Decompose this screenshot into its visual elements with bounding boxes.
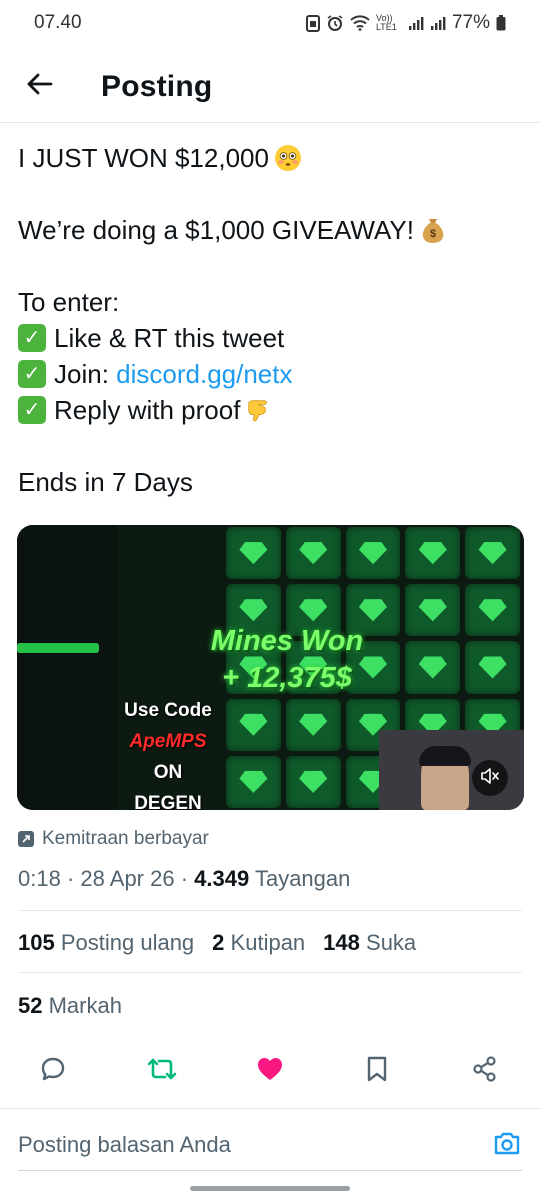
pointing-down-hand-icon — [246, 397, 272, 423]
bookmark-button[interactable] — [355, 1049, 399, 1093]
speaker-muted-icon — [480, 767, 500, 790]
streamer-hat — [419, 746, 471, 766]
divider — [0, 1108, 540, 1109]
views-count: 4.349 — [194, 866, 250, 891]
likes-label: Suka — [366, 930, 417, 955]
tweet-line-4: ✓ Like & RT this tweet — [18, 320, 523, 356]
quotes-stat[interactable]: 2 Kutipan — [212, 930, 305, 956]
tweet-media-video[interactable]: Mines Won + 12,375$ Use Code ApeMPS ON D… — [17, 525, 524, 810]
promo-code-text: Use Code ApeMPS ON DEGEN — [103, 695, 233, 810]
camera-button[interactable] — [492, 1130, 522, 1160]
share-icon — [471, 1055, 499, 1088]
reply-icon — [39, 1055, 67, 1088]
mute-button[interactable] — [472, 760, 508, 796]
mines-won-amount: + 12,375$ — [222, 662, 352, 694]
media-casino-sidebar — [17, 525, 117, 810]
status-bar: 07.40 Vo)) LTE1 77% — [0, 0, 540, 46]
like-button[interactable] — [248, 1049, 292, 1093]
signal-icon-2 — [430, 15, 446, 31]
heart-filled-icon — [256, 1056, 284, 1087]
separator-dot: · — [66, 866, 81, 891]
repost-icon — [147, 1056, 177, 1087]
reply-composer[interactable]: Posting balasan Anda — [18, 1130, 522, 1160]
check-mark-icon: ✓ — [18, 360, 46, 388]
reply-underline — [18, 1170, 522, 1171]
reposts-stat[interactable]: 105 Posting ulang — [18, 930, 194, 956]
top-bar: Posting — [0, 58, 540, 118]
tweet-line-6-text: Reply with proof — [54, 395, 241, 425]
check-mark-icon: ✓ — [18, 324, 46, 352]
check-mark-icon: ✓ — [18, 396, 46, 424]
tweet-text: I JUST WON $12,000 We’re doing a $1,000 … — [18, 140, 523, 500]
tweet-line-5-prefix: Join: — [54, 359, 117, 389]
views-label: Tayangan — [254, 866, 351, 891]
quotes-count: 2 — [212, 930, 225, 955]
reposts-count: 105 — [18, 930, 55, 955]
tweet-line-2: We’re doing a $1,000 GIVEAWAY! $ — [18, 212, 523, 248]
status-icons: Vo)) LTE1 77% — [305, 12, 506, 34]
arrow-left-icon — [27, 73, 53, 100]
tweet-line-6: ✓ Reply with proof — [18, 392, 523, 428]
reply-button[interactable] — [31, 1049, 75, 1093]
svg-text:$: $ — [430, 228, 436, 240]
status-time: 07.40 — [34, 12, 82, 33]
action-bar — [0, 1049, 540, 1093]
divider — [18, 972, 522, 973]
tweet-line-3: To enter: — [18, 287, 120, 317]
bookmark-icon — [365, 1055, 389, 1088]
paid-partnership-row: Kemitraan berbayar — [18, 828, 209, 850]
home-indicator[interactable] — [190, 1186, 350, 1191]
promo-line-3: ON — [153, 762, 183, 783]
promo-line-1: Use Code — [124, 700, 212, 721]
tweet-line-1: I JUST WON $12,000 — [18, 140, 523, 176]
paid-partnership-label: Kemitraan berbayar — [42, 828, 209, 849]
likes-stat[interactable]: 148 Suka — [323, 930, 416, 956]
separator-dot: · — [180, 866, 195, 891]
alarm-icon — [326, 14, 344, 32]
mines-won-title: Mines Won — [210, 625, 364, 657]
discord-link[interactable]: discord.gg/netx — [116, 356, 292, 392]
camera-icon — [493, 1130, 521, 1161]
wifi-icon — [350, 15, 370, 31]
reply-input[interactable]: Posting balasan Anda — [18, 1132, 231, 1158]
promo-line-2: ApeMPS — [129, 731, 207, 752]
mines-won-banner: Mines Won + 12,375$ — [187, 625, 387, 695]
post-date: 28 Apr 26 — [80, 866, 175, 891]
battery-saver-icon — [305, 14, 320, 32]
bookmarks-count: 52 — [18, 993, 43, 1018]
back-button[interactable] — [20, 66, 60, 106]
tweet-line-4-text: Like & RT this tweet — [54, 323, 285, 353]
engagement-stats: 105 Posting ulang 2 Kutipan 148 Suka — [18, 930, 416, 956]
post-meta: 0:18 · 28 Apr 26 · 4.349 Tayangan — [18, 866, 350, 892]
tweet-line-2-text: We’re doing a $1,000 GIVEAWAY! — [18, 215, 414, 245]
post-time: 0:18 — [18, 866, 61, 891]
tweet-line-5: ✓ Join: discord.gg/netx — [18, 356, 523, 392]
header-divider — [0, 122, 540, 123]
paid-partnership-icon — [18, 831, 34, 847]
quotes-label: Kutipan — [230, 930, 306, 955]
battery-icon — [496, 15, 506, 31]
tweet-line-1-text: I JUST WON $12,000 — [18, 143, 269, 173]
repost-button[interactable] — [140, 1049, 184, 1093]
signal-icon-1 — [408, 15, 424, 31]
media-play-button-graphic — [17, 643, 99, 653]
share-button[interactable] — [463, 1049, 507, 1093]
page-title: Posting — [101, 70, 213, 103]
network-label: Vo)) LTE1 — [375, 13, 397, 32]
battery-percent: 77% — [451, 12, 490, 33]
likes-count: 148 — [323, 930, 360, 955]
promo-line-4: DEGEN — [134, 793, 202, 810]
reposts-label: Posting ulang — [60, 930, 195, 955]
flushed-face-icon — [274, 145, 301, 171]
bookmarks-stat[interactable]: 52 Markah — [18, 993, 122, 1019]
tweet-line-7: Ends in 7 Days — [18, 467, 193, 497]
bookmarks-label: Markah — [48, 993, 122, 1018]
money-bag-icon: $ — [420, 217, 446, 243]
divider — [18, 910, 522, 911]
